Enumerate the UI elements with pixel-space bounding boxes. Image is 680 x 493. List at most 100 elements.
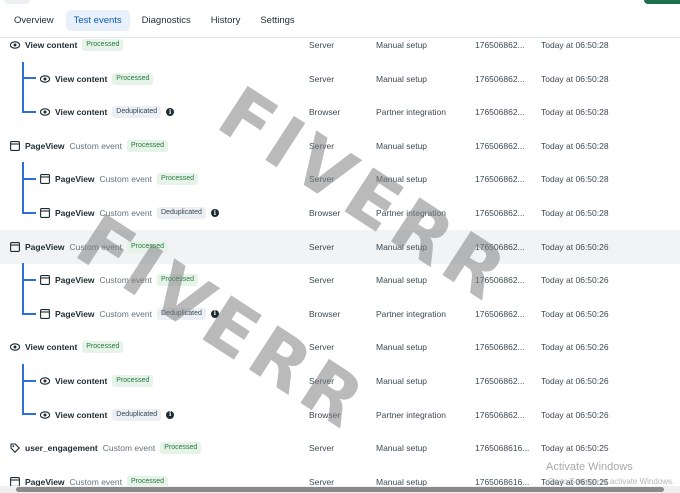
event-name: View content bbox=[55, 73, 108, 84]
setup-method: Manual setup bbox=[376, 140, 428, 151]
status-badge: Processed bbox=[82, 39, 124, 51]
event-type-label: Custom event bbox=[69, 140, 122, 151]
event-time: Today at 06:50:26 bbox=[541, 308, 609, 319]
tree-connector bbox=[22, 61, 24, 113]
setup-method: Manual setup bbox=[376, 241, 428, 252]
event-name: View content bbox=[25, 342, 78, 353]
event-id: 176506862... bbox=[475, 342, 525, 353]
status-badge: Processed bbox=[127, 139, 169, 152]
event-time: Today at 06:50:28 bbox=[541, 140, 609, 151]
event-source: Server bbox=[309, 140, 335, 151]
event-id: 1765068616... bbox=[475, 443, 530, 454]
event-source: Server bbox=[309, 342, 335, 353]
event-id: 176506862... bbox=[475, 376, 525, 386]
eye-icon bbox=[40, 376, 50, 386]
event-row[interactable]: View content Processed Server Manual setup 1… bbox=[0, 330, 680, 364]
event-name-cell: View content Deduplicated i bbox=[40, 398, 175, 432]
info-icon[interactable]: i bbox=[166, 410, 175, 419]
event-source: Server bbox=[309, 40, 335, 50]
info-icon[interactable]: i bbox=[210, 209, 219, 217]
status-badge: Processed bbox=[127, 240, 169, 253]
child-event-row[interactable]: PageView Custom event Deduplicated i Browser… bbox=[0, 297, 680, 331]
event-id: 176506862... bbox=[475, 308, 525, 319]
child-event-row[interactable]: View content Deduplicated i Browser Partner … bbox=[0, 398, 680, 432]
tree-connector bbox=[22, 379, 36, 382]
event-source: Browser bbox=[309, 409, 341, 420]
event-time: Today at 06:50:28 bbox=[541, 73, 609, 84]
event-id: 176506862... bbox=[475, 107, 525, 118]
setup-method: Manual setup bbox=[376, 73, 428, 84]
event-id: 176506862... bbox=[475, 174, 525, 185]
event-time: Today at 06:50:26 bbox=[541, 275, 609, 286]
event-name: PageView bbox=[55, 174, 95, 185]
eye-icon bbox=[10, 40, 20, 50]
child-event-row[interactable]: PageView Custom event Deduplicated i Browser… bbox=[0, 196, 680, 230]
event-time: Today at 06:50:26 bbox=[541, 409, 609, 420]
tree-connector bbox=[22, 312, 36, 315]
child-event-row[interactable]: View content Processed Server Manual setup 1… bbox=[0, 62, 680, 96]
event-type-label: Custom event bbox=[99, 208, 152, 218]
tree-connector bbox=[22, 364, 24, 416]
event-type-label: Custom event bbox=[102, 443, 156, 454]
event-source: Server bbox=[309, 275, 335, 286]
activate-windows-subtitle: Go to Settings to activate Windows. bbox=[548, 477, 675, 486]
eye-icon bbox=[40, 410, 50, 420]
scrollbar-thumb[interactable] bbox=[16, 487, 664, 492]
child-event-row[interactable]: View content Processed Server Manual setup 1… bbox=[0, 364, 680, 398]
event-id: 176506862... bbox=[475, 275, 525, 286]
setup-method: Manual setup bbox=[376, 443, 428, 454]
event-id: 176506862... bbox=[475, 40, 525, 50]
event-id: 176506862... bbox=[475, 241, 525, 252]
event-source: Browser bbox=[309, 107, 341, 118]
event-name: View content bbox=[55, 376, 108, 386]
tree-connector bbox=[22, 279, 36, 281]
event-source: Server bbox=[309, 241, 335, 252]
event-time: Today at 06:50:26 bbox=[541, 376, 609, 386]
event-time: Today at 06:50:26 bbox=[541, 342, 609, 353]
event-name: PageView bbox=[55, 208, 95, 218]
event-time: Today at 06:50:26 bbox=[541, 241, 609, 252]
event-name: PageView bbox=[55, 308, 95, 319]
info-icon[interactable]: i bbox=[210, 309, 219, 318]
primary-action-button[interactable] bbox=[644, 0, 680, 4]
event-name-cell: View content Processed bbox=[10, 330, 124, 364]
eye-icon bbox=[10, 342, 20, 352]
event-row[interactable]: PageView Custom event Processed Server Manua… bbox=[0, 129, 680, 163]
event-source: Browser bbox=[309, 208, 341, 218]
status-badge: Processed bbox=[157, 173, 199, 186]
event-name: View content bbox=[25, 40, 78, 50]
tree-connector bbox=[22, 162, 24, 214]
status-badge: Processed bbox=[112, 72, 154, 85]
status-badge: Deduplicated bbox=[112, 106, 162, 119]
event-name: View content bbox=[55, 409, 108, 420]
child-event-row[interactable]: View content Deduplicated i Browser Partner … bbox=[0, 95, 680, 129]
horizontal-scrollbar[interactable] bbox=[0, 486, 680, 493]
event-type-label: Custom event bbox=[99, 275, 152, 286]
setup-method: Manual setup bbox=[376, 342, 428, 353]
browser-window-icon bbox=[40, 208, 50, 218]
partial-top-tab[interactable] bbox=[4, 0, 30, 4]
tag-icon bbox=[10, 443, 20, 454]
setup-method: Manual setup bbox=[376, 275, 428, 286]
info-icon[interactable]: i bbox=[166, 108, 175, 117]
event-name-cell: PageView Custom event Processed bbox=[10, 230, 169, 264]
event-row[interactable]: View content Processed Server Manual setup 1… bbox=[0, 28, 680, 62]
browser-window-icon bbox=[10, 140, 20, 151]
tree-connector bbox=[22, 263, 24, 315]
browser-window-icon bbox=[40, 308, 50, 319]
tree-connector bbox=[22, 178, 36, 181]
event-id: 176506862... bbox=[475, 409, 525, 420]
event-source: Server bbox=[309, 174, 335, 185]
event-row[interactable]: PageView Custom event Processed Server Manua… bbox=[0, 229, 680, 264]
event-id: 176506862... bbox=[475, 73, 525, 84]
event-name-cell: PageView Custom event Deduplicated i bbox=[40, 297, 219, 331]
event-name-cell: View content Processed bbox=[10, 28, 124, 62]
status-badge: Processed bbox=[82, 341, 124, 354]
activate-windows-title: Activate Windows bbox=[546, 461, 633, 473]
child-event-row[interactable]: PageView Custom event Processed Server Manua… bbox=[0, 162, 680, 196]
event-name-cell: View content Deduplicated i bbox=[40, 95, 175, 129]
status-badge: Processed bbox=[157, 274, 199, 287]
event-name-cell: View content Processed bbox=[40, 62, 154, 96]
child-event-row[interactable]: PageView Custom event Processed Server Manua… bbox=[0, 263, 680, 297]
event-name: PageView bbox=[25, 241, 65, 252]
